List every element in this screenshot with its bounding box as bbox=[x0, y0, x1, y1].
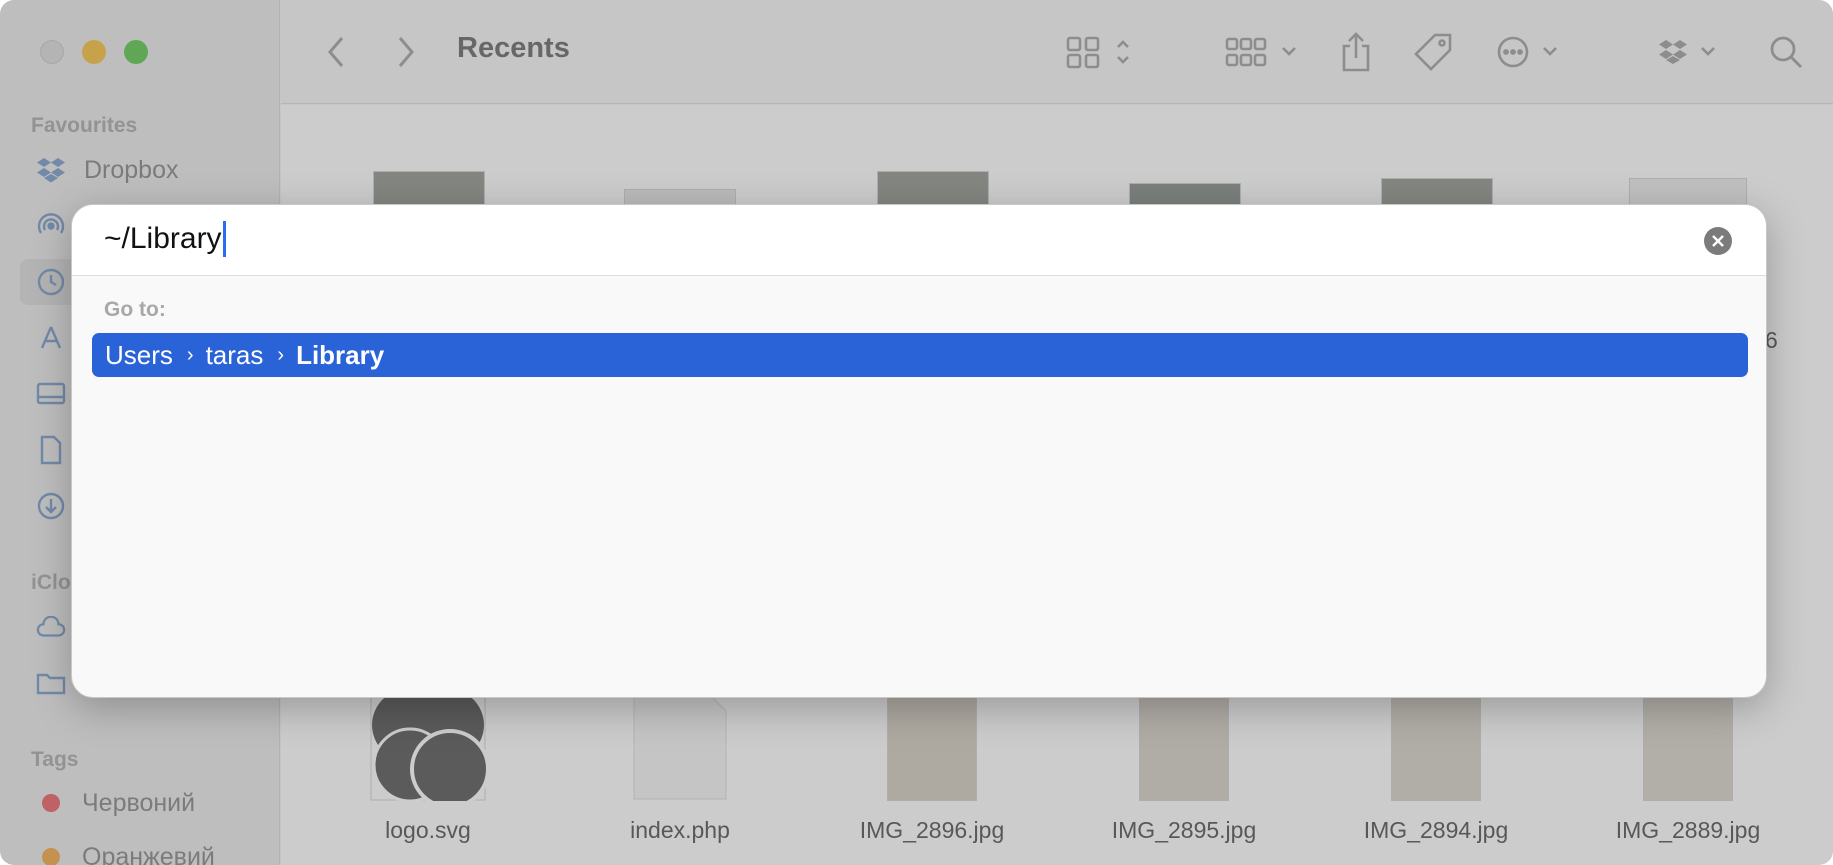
breadcrumb-users: Users bbox=[105, 339, 173, 370]
path-suggestion-row[interactable]: Users › taras › Library bbox=[92, 333, 1748, 377]
path-input[interactable]: ~/Library bbox=[104, 221, 226, 257]
close-icon bbox=[1712, 235, 1724, 247]
finder-window: Favourites Dropbox iClo Tags Червоний Ор… bbox=[0, 0, 1833, 865]
go-to-label: Go to: bbox=[104, 298, 166, 321]
go-to-folder-dialog: ~/Library Go to: Users › taras › Library bbox=[71, 204, 1767, 698]
path-input-row: ~/Library bbox=[72, 205, 1766, 276]
path-input-value: ~/Library bbox=[104, 222, 222, 255]
breadcrumb-separator: › bbox=[277, 343, 285, 366]
breadcrumb-separator: › bbox=[186, 343, 194, 366]
breadcrumb-library: Library bbox=[296, 339, 385, 370]
breadcrumb-taras: taras bbox=[205, 339, 264, 370]
clear-input-button[interactable] bbox=[1704, 227, 1732, 255]
text-caret bbox=[222, 221, 226, 257]
